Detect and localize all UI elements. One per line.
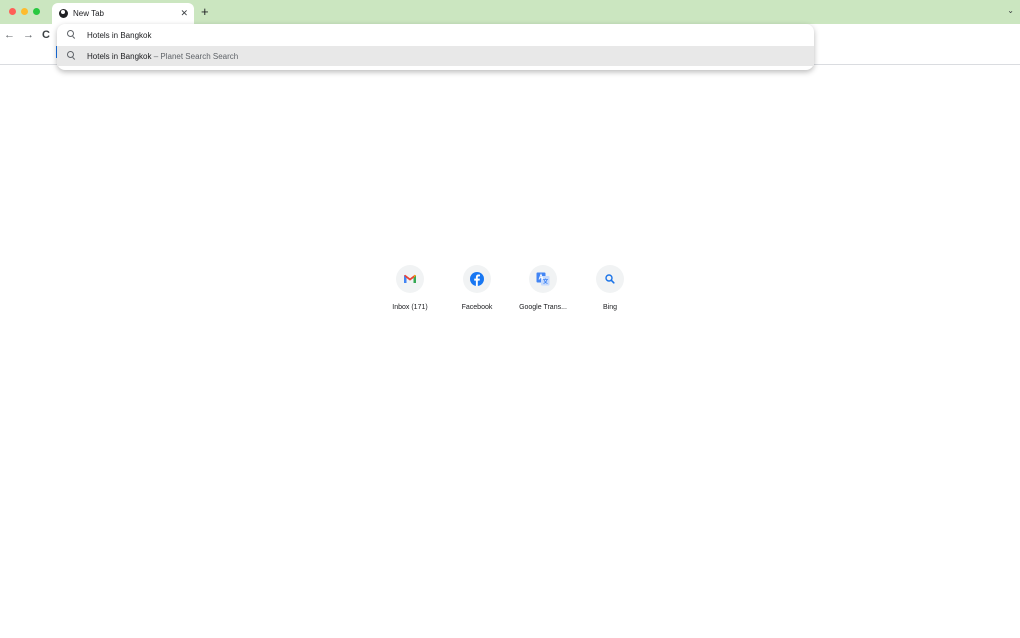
tab-close-button[interactable]: ✕ — [180, 7, 188, 19]
search-icon — [67, 30, 74, 37]
omnibox-suggestion[interactable]: Hotels in Bangkok – Planet Search Search — [57, 46, 814, 66]
shortcut-google-translate[interactable]: Google Trans... — [508, 263, 578, 317]
gmail-icon — [396, 265, 424, 293]
facebook-icon — [463, 265, 491, 293]
shortcut-inbox[interactable]: Inbox (171) — [375, 263, 445, 317]
shortcut-label: Google Trans... — [519, 304, 567, 311]
search-icon — [596, 265, 624, 293]
suggestion-query: Hotels in Bangkok — [87, 52, 152, 61]
suggestion-engine: Planet Search Search — [160, 52, 239, 61]
back-button[interactable]: ← — [4, 28, 15, 42]
tab-title: New Tab — [73, 9, 104, 18]
omnibox-input-row[interactable] — [57, 25, 814, 45]
shortcut-label: Inbox (171) — [392, 304, 428, 311]
omnibox-dropdown: Hotels in Bangkok – Planet Search Search — [57, 24, 814, 70]
tab-strip: New Tab ✕ + ⌄ — [0, 0, 1020, 24]
shortcut-facebook[interactable]: Facebook — [442, 263, 512, 317]
new-tab-button[interactable]: + — [201, 4, 209, 20]
tab-search-button[interactable]: ⌄ — [1007, 6, 1014, 15]
minimize-window-button[interactable] — [21, 8, 28, 15]
maximize-window-button[interactable] — [33, 8, 40, 15]
close-window-button[interactable] — [9, 8, 16, 15]
tab-new-tab[interactable]: New Tab ✕ — [52, 3, 194, 24]
shortcut-label: Bing — [602, 304, 617, 311]
reload-button[interactable]: C — [42, 28, 50, 42]
search-icon — [67, 51, 74, 58]
shortcut-bing[interactable]: Bing — [575, 263, 645, 317]
address-bar-input[interactable] — [87, 27, 687, 43]
forward-button[interactable]: → — [23, 28, 34, 42]
browser-window: New Tab ✕ + ⌄ ← → C Hotels in Bangkok – … — [0, 0, 1020, 638]
google-translate-icon — [529, 265, 557, 293]
globe-icon — [59, 9, 68, 18]
shortcut-label: Facebook — [461, 304, 493, 311]
suggestion-label: Hotels in Bangkok – Planet Search Search — [87, 51, 238, 62]
